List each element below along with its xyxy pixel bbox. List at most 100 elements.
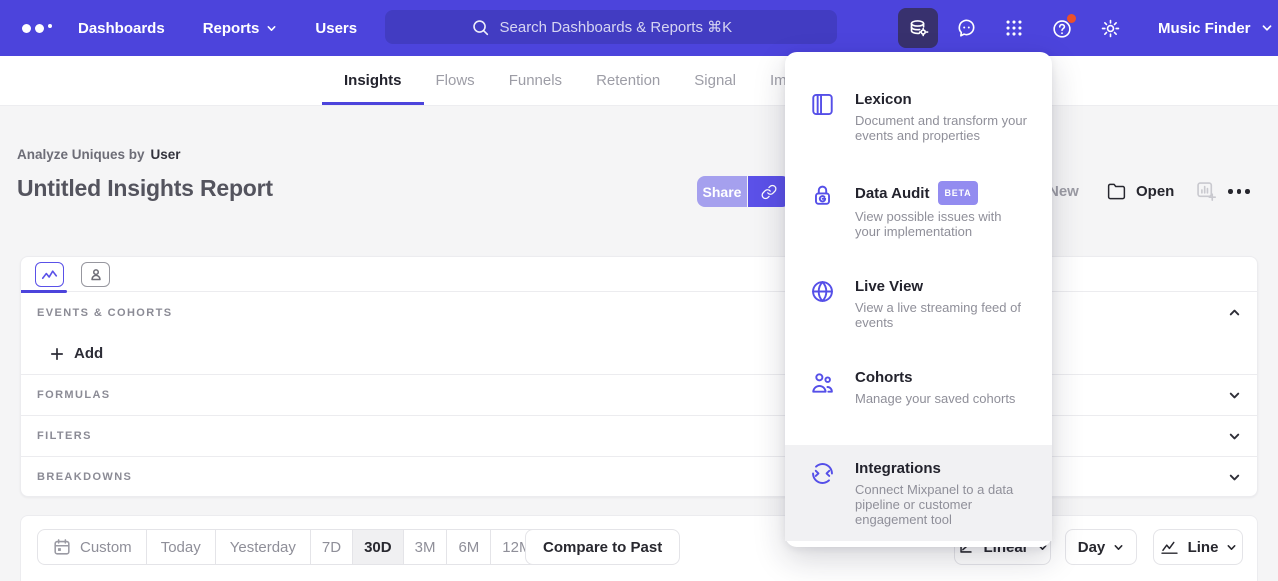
open-report-button[interactable]: Open xyxy=(1106,176,1174,207)
range-custom[interactable]: Custom xyxy=(38,530,146,564)
people-icon xyxy=(809,369,836,396)
section-breakdowns: BREAKDOWNS xyxy=(21,456,1257,497)
help-button[interactable] xyxy=(1042,8,1082,48)
chart-controls-panel: Custom Today Yesterday 7D 30D 3M 6M 12M … xyxy=(20,515,1258,581)
menu-item-title: Integrations xyxy=(855,459,1028,478)
beta-badge: BETA xyxy=(938,181,977,205)
menu-item-lexicon[interactable]: Lexicon Document and transform your even… xyxy=(785,76,1052,157)
data-management-dropdown: Lexicon Document and transform your even… xyxy=(785,52,1052,547)
project-name: Music Finder xyxy=(1158,20,1251,37)
profiles-view-tab[interactable] xyxy=(81,262,110,287)
chevron-down-icon xyxy=(1113,542,1124,553)
section-label: FORMULAS xyxy=(37,389,111,401)
breadcrumb-entity[interactable]: User xyxy=(151,147,181,162)
range-30d[interactable]: 30D xyxy=(352,530,403,564)
copy-link-button[interactable] xyxy=(748,176,790,207)
project-switcher[interactable]: Music Finder xyxy=(1158,0,1273,56)
tab-insights[interactable]: Insights xyxy=(344,72,402,89)
nav-item-reports[interactable]: Reports xyxy=(203,20,278,37)
section-formulas: FORMULAS xyxy=(21,374,1257,415)
add-to-dashboard-button[interactable] xyxy=(1195,180,1218,203)
granularity-select[interactable]: Day xyxy=(1065,529,1137,565)
report-tabs: Insights Flows Funnels Retention Signal … xyxy=(0,56,1278,106)
book-icon xyxy=(809,91,836,118)
settings-button[interactable] xyxy=(1090,8,1130,48)
nav-links: Dashboards Reports Users xyxy=(78,0,357,56)
breadcrumb: Analyze Uniques by User xyxy=(17,147,181,162)
chevron-down-icon xyxy=(266,23,277,34)
apps-grid-button[interactable] xyxy=(994,8,1034,48)
menu-item-description: Manage your saved cohorts xyxy=(855,391,1015,406)
profiles-tab-icon xyxy=(87,266,105,283)
expand-section-button[interactable] xyxy=(1228,389,1241,402)
tab-funnels[interactable]: Funnels xyxy=(509,72,562,89)
line-chart-tab-icon xyxy=(40,266,59,283)
range-3m[interactable]: 3M xyxy=(403,530,447,564)
more-options-button[interactable] xyxy=(1228,176,1250,207)
line-chart-view-tab[interactable] xyxy=(35,262,64,287)
expand-section-button[interactable] xyxy=(1228,430,1241,443)
mixpanel-app: Dashboards Reports Users xyxy=(0,0,1278,581)
collapse-section-button[interactable] xyxy=(1228,306,1241,319)
section-filters: FILTERS xyxy=(21,415,1257,456)
menu-item-description: Connect Mixpanel to a data pipeline or c… xyxy=(855,482,1028,527)
search-input[interactable] xyxy=(500,19,752,36)
menu-item-title: Cohorts xyxy=(855,368,1015,387)
share-button[interactable]: Share xyxy=(697,176,747,207)
tab-signal[interactable]: Signal xyxy=(694,72,736,89)
data-management-icon xyxy=(907,17,930,40)
query-builder-panel: EVENTS & COHORTS Add FORMULAS FILTERS BR… xyxy=(20,256,1258,497)
search-icon xyxy=(471,18,490,37)
compare-to-past-button[interactable]: Compare to Past xyxy=(525,529,680,565)
chevron-up-icon xyxy=(1228,306,1241,319)
menu-item-title: Data Audit BETA xyxy=(855,181,1028,205)
globe-icon xyxy=(809,278,836,305)
chevron-down-icon xyxy=(1228,389,1241,402)
chart-type-select[interactable]: Line xyxy=(1153,529,1243,565)
open-label: Open xyxy=(1136,183,1174,200)
range-6m[interactable]: 6M xyxy=(446,530,490,564)
section-events-cohorts: EVENTS & COHORTS xyxy=(21,292,1257,333)
data-management-button[interactable] xyxy=(898,8,938,48)
chevron-down-icon xyxy=(1226,542,1237,553)
nav-item-dashboards[interactable]: Dashboards xyxy=(78,20,165,37)
mixpanel-logo-icon[interactable] xyxy=(22,0,52,56)
page-title[interactable]: Untitled Insights Report xyxy=(17,175,273,202)
settings-gear-icon xyxy=(1099,17,1122,40)
folder-icon xyxy=(1106,181,1127,202)
feedback-bubble-icon xyxy=(955,17,978,40)
notification-dot xyxy=(1067,14,1076,23)
menu-item-title: Lexicon xyxy=(855,90,1028,109)
add-label: Add xyxy=(74,345,103,362)
global-search[interactable] xyxy=(385,10,837,44)
nav-item-users[interactable]: Users xyxy=(315,20,357,37)
navbar-icon-buttons xyxy=(898,8,1130,48)
add-event-button[interactable]: Add xyxy=(50,345,103,362)
feedback-button[interactable] xyxy=(946,8,986,48)
menu-item-data-audit[interactable]: Data Audit BETA View possible issues wit… xyxy=(785,167,1052,253)
line-chart-icon xyxy=(1159,537,1180,558)
menu-item-description: View a live streaming feed of events xyxy=(855,300,1028,330)
add-chart-icon xyxy=(1195,180,1218,203)
events-add-row: Add xyxy=(21,333,1257,374)
menu-item-cohorts[interactable]: Cohorts Manage your saved cohorts xyxy=(785,354,1052,435)
menu-item-integrations[interactable]: Integrations Connect Mixpanel to a data … xyxy=(785,445,1052,541)
tab-retention[interactable]: Retention xyxy=(596,72,660,89)
sync-icon xyxy=(809,460,836,487)
range-7d[interactable]: 7D xyxy=(310,530,352,564)
tab-flows[interactable]: Flows xyxy=(436,72,475,89)
chevron-down-icon xyxy=(1228,471,1241,484)
menu-item-live-view[interactable]: Live View View a live streaming feed of … xyxy=(785,263,1052,344)
plus-icon xyxy=(50,347,64,361)
range-today[interactable]: Today xyxy=(146,530,215,564)
section-label: FILTERS xyxy=(37,430,92,442)
chevron-down-icon xyxy=(1228,430,1241,443)
top-navbar: Dashboards Reports Users xyxy=(0,0,1278,56)
apps-grid-icon xyxy=(1003,17,1025,39)
menu-item-title: Live View xyxy=(855,277,1028,296)
new-report-button[interactable]: New xyxy=(1048,176,1079,207)
link-icon xyxy=(760,183,778,201)
expand-section-button[interactable] xyxy=(1228,471,1241,484)
breadcrumb-prefix: Analyze Uniques by xyxy=(17,147,145,162)
range-yesterday[interactable]: Yesterday xyxy=(215,530,310,564)
